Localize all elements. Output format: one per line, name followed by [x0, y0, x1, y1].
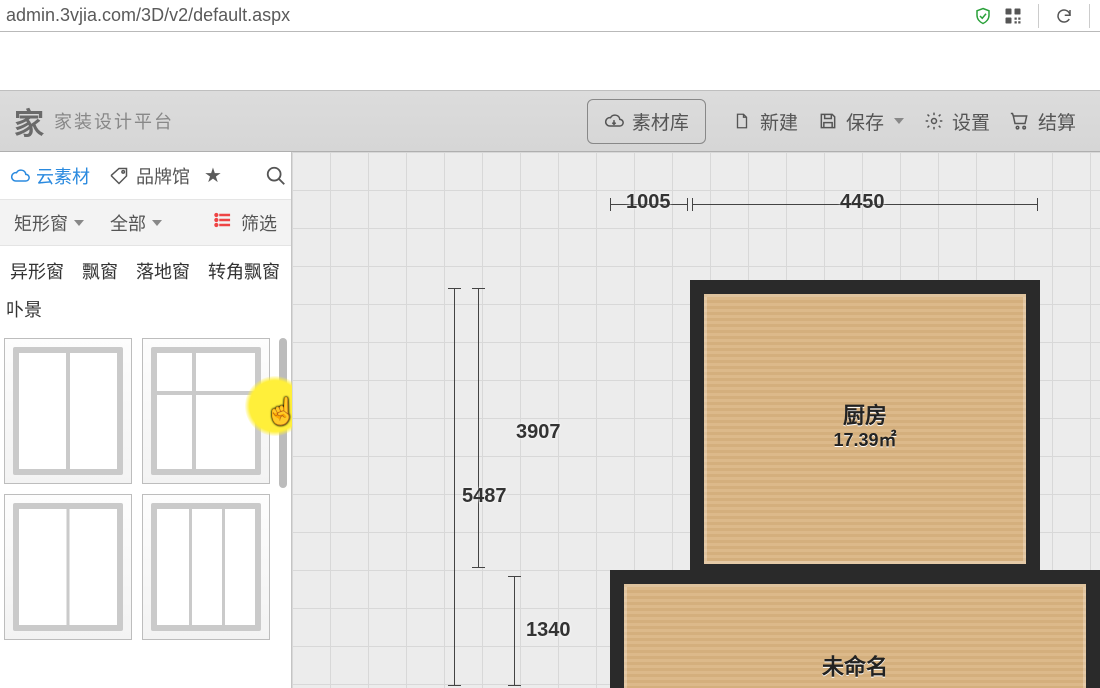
window-thumbnail[interactable] — [4, 494, 132, 640]
category-extra[interactable]: 卟景 — [0, 290, 291, 332]
material-library-button[interactable]: 素材库 — [587, 99, 706, 144]
search-icon[interactable] — [265, 165, 287, 187]
tab-cloud-material[interactable]: 云素材 — [4, 159, 94, 193]
browser-url-bar: admin.3vjia.com/3D/v2/default.aspx — [0, 0, 1100, 32]
cloud-download-icon — [604, 111, 624, 131]
dimension-line — [454, 288, 455, 686]
room-area: 17.39㎡ — [833, 431, 896, 449]
checkout-button[interactable]: 结算 — [1000, 102, 1086, 141]
save-icon — [818, 111, 838, 131]
sidebar-filter-bar: 矩形窗 全部 筛选 — [0, 200, 291, 246]
qr-icon[interactable] — [1004, 7, 1022, 25]
document-icon — [732, 111, 752, 131]
sidebar: 云素材 品牌馆 ★ 矩形窗 全部 — [0, 152, 292, 688]
category-row: 异形窗 飘窗 落地窗 转角飘窗 — [0, 246, 291, 290]
tab-cloud-label: 云素材 — [36, 163, 90, 189]
cloud-icon — [8, 166, 30, 186]
logo-text: 家装设计平台 — [54, 108, 174, 134]
chevron-down-icon — [152, 220, 162, 226]
reload-icon[interactable] — [1055, 7, 1073, 25]
category-item[interactable]: 转角飘窗 — [208, 258, 280, 284]
filter-shape-dropdown[interactable]: 矩形窗 — [14, 210, 84, 236]
tag-icon — [108, 166, 130, 186]
dimension-line — [478, 288, 479, 568]
blank-strip — [0, 32, 1100, 90]
tab-brand-label: 品牌馆 — [136, 163, 190, 189]
new-label: 新建 — [760, 108, 798, 135]
filter-shape-label: 矩形窗 — [14, 210, 68, 236]
filter-label: 筛选 — [241, 210, 277, 236]
scrollbar-handle[interactable] — [279, 338, 287, 488]
save-label: 保存 — [846, 108, 884, 135]
app-toolbar: 家 家装设计平台 素材库 新建 保存 设置 结算 — [0, 90, 1100, 152]
logo-icon: 家 — [14, 99, 44, 143]
settings-button[interactable]: 设置 — [914, 102, 1000, 141]
category-item[interactable]: 落地窗 — [136, 258, 190, 284]
filter-all-dropdown[interactable]: 全部 — [110, 210, 162, 236]
chevron-down-icon — [894, 118, 904, 124]
window-thumbnail[interactable] — [142, 338, 270, 484]
floorplan-canvas[interactable]: 1005 4450 3907 5487 1340 厨房 17.39㎡ 未命名 — [292, 152, 1100, 688]
checkout-label: 结算 — [1038, 108, 1076, 135]
window-thumbnail[interactable] — [142, 494, 270, 640]
sidebar-tabs: 云素材 品牌馆 ★ — [0, 152, 291, 200]
list-icon — [213, 210, 233, 235]
url-text[interactable]: admin.3vjia.com/3D/v2/default.aspx — [6, 5, 974, 26]
save-button[interactable]: 保存 — [808, 102, 914, 141]
thumbnail-panel — [0, 332, 291, 688]
category-item[interactable]: 飘窗 — [82, 258, 118, 284]
dimension-label: 3907 — [516, 422, 561, 442]
separator — [1038, 4, 1039, 28]
window-thumbnail[interactable] — [4, 338, 132, 484]
room-name: 厨房 — [843, 405, 887, 427]
room-name: 未命名 — [822, 657, 888, 679]
filter-all-label: 全部 — [110, 210, 146, 236]
room-kitchen[interactable]: 厨房 17.39㎡ — [690, 280, 1040, 578]
dimension-label: 4450 — [840, 192, 885, 212]
favorites-icon[interactable]: ★ — [204, 163, 222, 188]
logo: 家 家装设计平台 — [14, 99, 174, 143]
category-item[interactable]: 异形窗 — [10, 258, 64, 284]
chevron-down-icon — [74, 220, 84, 226]
dimension-label: 1005 — [626, 192, 671, 212]
dimension-label: 5487 — [462, 486, 507, 506]
new-button[interactable]: 新建 — [722, 102, 808, 141]
shield-icon[interactable] — [974, 7, 992, 25]
room-unnamed[interactable]: 未命名 — [610, 570, 1100, 688]
dimension-line — [514, 576, 515, 686]
gear-icon — [924, 111, 944, 131]
main-area: 云素材 品牌馆 ★ 矩形窗 全部 — [0, 152, 1100, 688]
separator — [1089, 4, 1090, 28]
dimension-label: 1340 — [526, 620, 571, 640]
material-library-label: 素材库 — [632, 108, 689, 135]
settings-label: 设置 — [952, 108, 990, 135]
tab-brand-hall[interactable]: 品牌馆 — [104, 159, 194, 193]
sidebar-scrollbar[interactable] — [279, 332, 287, 552]
filter-button[interactable]: 筛选 — [213, 210, 277, 236]
cart-icon — [1010, 111, 1030, 131]
